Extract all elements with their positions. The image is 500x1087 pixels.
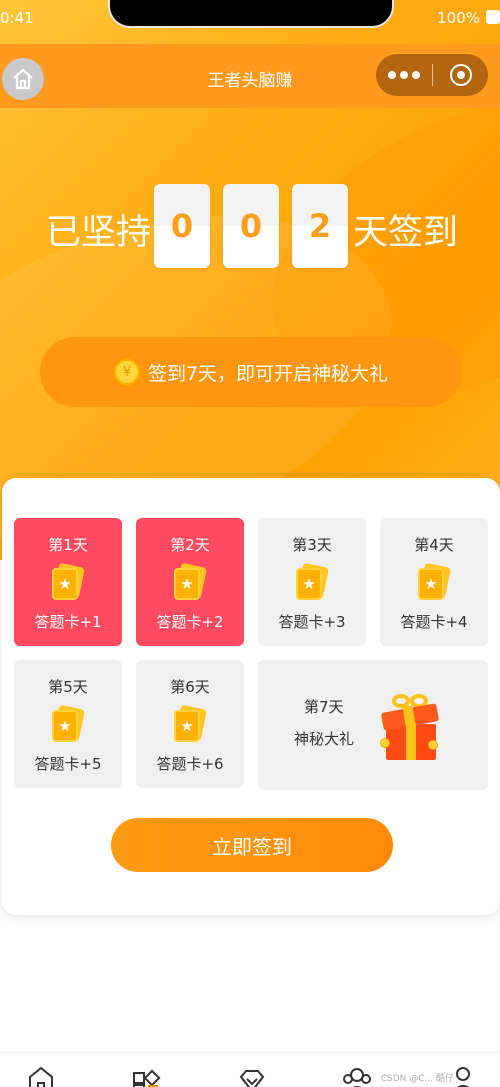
day-card-4: 第4天 ★ 答题卡+4 <box>380 518 488 646</box>
day-reward: 答题卡+5 <box>34 755 102 773</box>
answer-card-icon: ★ <box>50 704 86 743</box>
status-time: 0:41 <box>0 9 34 27</box>
day-card-6: 第6天 ★ 答题卡+6 <box>136 660 244 788</box>
day-reward: 答题卡+3 <box>278 613 346 631</box>
streak-digit: 2 <box>292 184 348 268</box>
battery-icon <box>486 10 500 24</box>
checkin-card: 第1天 ★ 答题卡+1 第2天 ★ 答题卡+2 第3天 ★ 答题卡+3 第4天 ★ 答题卡+4 第5天 ★… <box>2 478 500 915</box>
answer-card-icon: ★ <box>172 704 208 743</box>
day-label: 第7天 <box>304 698 344 716</box>
day-label: 第1天 <box>48 536 88 554</box>
answer-card-icon: ★ <box>294 562 330 601</box>
category-icon[interactable] <box>131 1063 161 1087</box>
day-card-1: 第1天 ★ 答题卡+1 <box>14 518 122 646</box>
day-card-5: 第5天 ★ 答题卡+5 <box>14 660 122 788</box>
coin-icon: ¥ <box>113 359 140 385</box>
battery-percent: 100% <box>437 9 480 27</box>
streak-suffix: 天签到 <box>353 213 459 253</box>
streak-digit: 0 <box>154 184 210 268</box>
target-close-icon[interactable] <box>433 64 488 86</box>
day-reward: 答题卡+6 <box>156 755 224 773</box>
day-reward: 答题卡+1 <box>34 613 102 631</box>
day-card-2: 第2天 ★ 答题卡+2 <box>136 518 244 646</box>
answer-card-icon: ★ <box>172 562 208 601</box>
miniapp-capsule <box>376 54 488 96</box>
day-reward: 神秘大礼 <box>294 730 355 748</box>
answer-card-icon: ★ <box>50 562 86 601</box>
day-reward: 答题卡+4 <box>400 613 468 631</box>
promo-text: 签到7天，即可开启神秘大礼 <box>147 362 389 385</box>
day-label: 第2天 <box>170 536 210 554</box>
page-title: 王者头脑赚 <box>207 71 293 91</box>
day-label: 第3天 <box>292 536 332 554</box>
watermark: CSDN @C... 酷仔 <box>380 1074 454 1084</box>
gift-box-icon <box>380 694 440 760</box>
day-label: 第5天 <box>48 678 88 696</box>
more-dots-icon[interactable] <box>376 71 432 79</box>
home-icon[interactable] <box>26 1063 56 1087</box>
nav-bar: 王者头脑赚 <box>0 44 500 108</box>
day-card-3: 第3天 ★ 答题卡+3 <box>258 518 366 646</box>
device-notch <box>108 0 394 28</box>
streak-digit: 0 <box>223 184 279 268</box>
day-card-final: 第7天 神秘大礼 <box>258 660 488 790</box>
group-icon[interactable] <box>342 1063 372 1087</box>
answer-card-icon: ★ <box>416 562 452 601</box>
checkin-button[interactable]: 立即签到 <box>111 818 393 872</box>
diamond-icon[interactable] <box>237 1063 267 1087</box>
checkin-screen: 0:41 100% 王者头脑赚 已坚持 0 0 2 天签到 ¥ 签到7天，即可开… <box>0 0 500 1087</box>
streak-prefix: 已坚持 <box>46 213 152 253</box>
home-button[interactable] <box>2 58 44 100</box>
streak-counter: 已坚持 0 0 2 天签到 <box>0 182 500 268</box>
day-label: 第6天 <box>170 678 210 696</box>
day-label: 第4天 <box>414 536 454 554</box>
promo-banner: ¥ 签到7天，即可开启神秘大礼 <box>40 337 462 407</box>
day-reward: 答题卡+2 <box>156 613 224 631</box>
home-icon <box>13 68 33 90</box>
